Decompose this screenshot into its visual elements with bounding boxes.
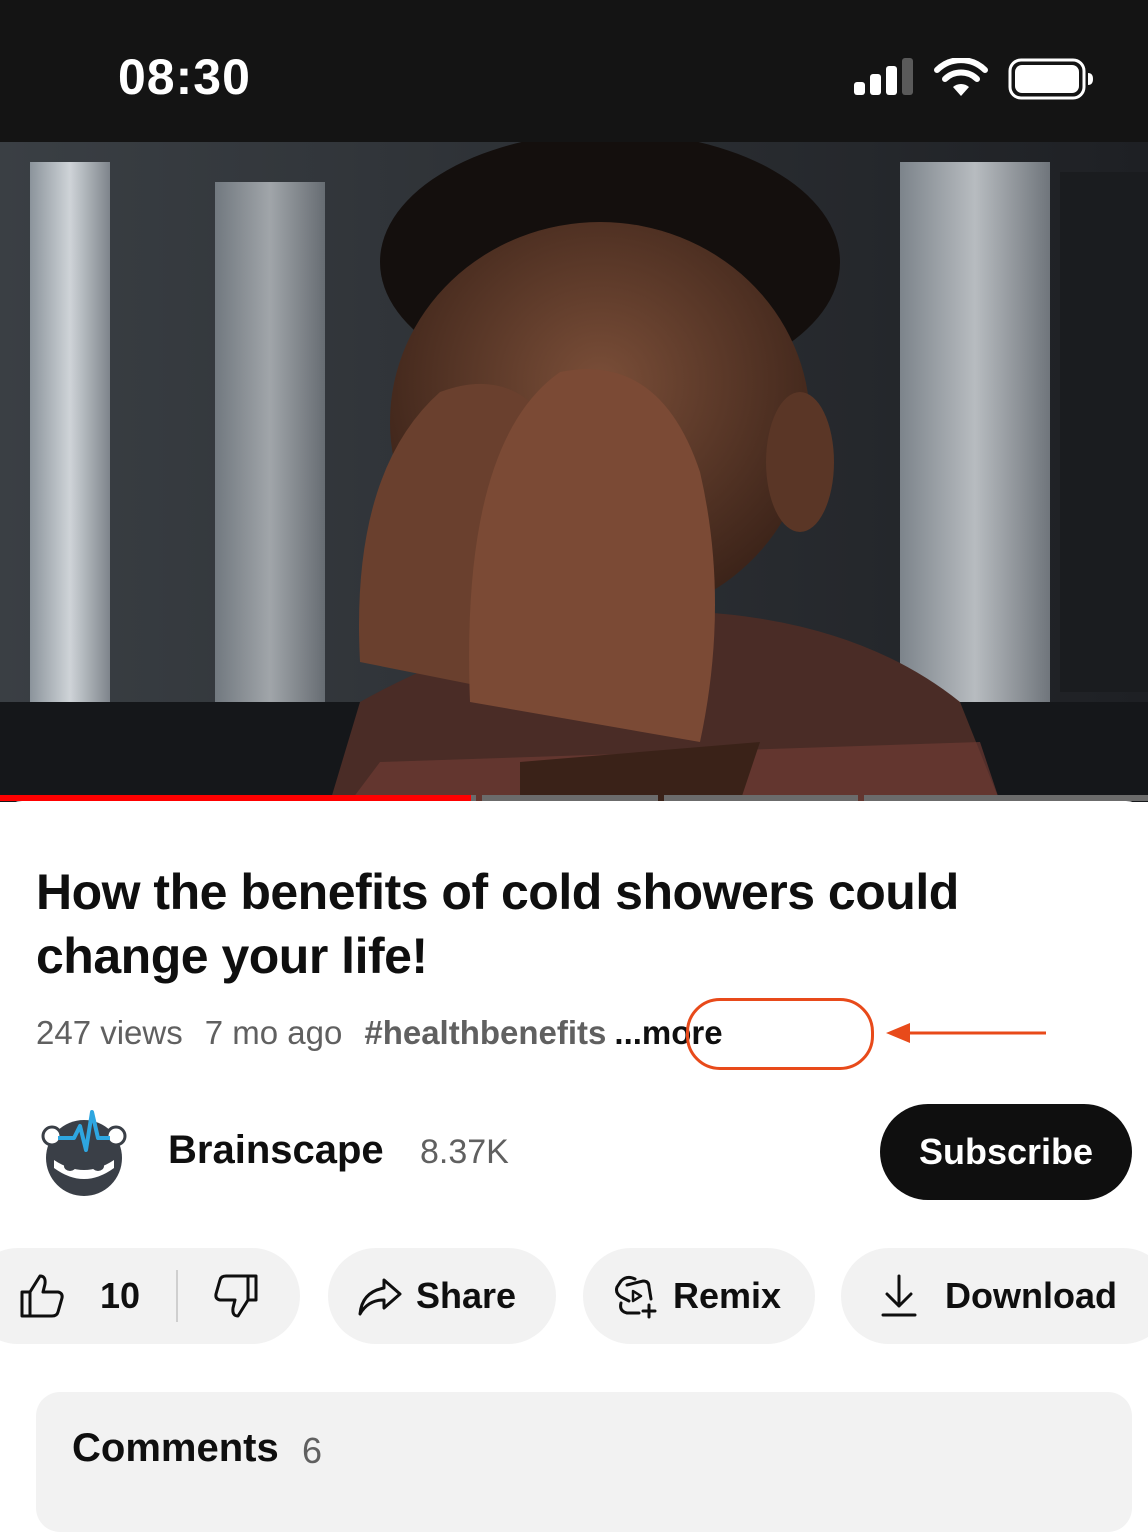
wifi-icon xyxy=(934,58,988,96)
download-button[interactable]: Download xyxy=(841,1248,1148,1344)
view-count: 247 views xyxy=(36,1014,183,1051)
annotation-arrow-icon xyxy=(886,1023,1046,1043)
download-label: Download xyxy=(945,1275,1117,1316)
remix-button[interactable]: Remix xyxy=(583,1248,815,1344)
video-player[interactable] xyxy=(0,142,1148,802)
subscribe-button[interactable]: Subscribe xyxy=(880,1104,1132,1200)
download-icon xyxy=(881,1274,917,1317)
share-icon xyxy=(358,1278,402,1316)
remix-label: Remix xyxy=(673,1275,782,1316)
video-title: How the benefits of cold showers could c… xyxy=(36,864,959,984)
channel-avatar[interactable] xyxy=(40,1106,128,1198)
remix-icon xyxy=(615,1275,657,1319)
upload-age: 7 mo ago xyxy=(204,1014,343,1051)
thumbs-up-icon[interactable] xyxy=(18,1272,66,1320)
battery-icon xyxy=(1008,58,1093,100)
hashtag-link[interactable]: #healthbenefits xyxy=(364,1014,606,1052)
video-thumbnail xyxy=(0,142,1148,802)
more-highlight-circle xyxy=(686,998,874,1070)
cellular-signal-icon xyxy=(854,58,913,95)
like-count[interactable]: 10 xyxy=(100,1275,140,1317)
status-time: 08:30 xyxy=(118,49,251,105)
comments-count: 6 xyxy=(302,1430,323,1471)
video-meta: 247 views 7 mo ago #healthbenefits ...mo… xyxy=(36,1010,723,1056)
comments-label: Comments xyxy=(72,1426,279,1470)
like-divider xyxy=(176,1270,178,1322)
like-dislike-pill: 10 xyxy=(0,1248,300,1344)
channel-name[interactable]: Brainscape xyxy=(168,1128,384,1173)
share-label: Share xyxy=(416,1275,517,1316)
share-button[interactable]: Share xyxy=(328,1248,556,1344)
subscriber-count: 8.37K xyxy=(420,1133,509,1171)
status-bar: 08:30 xyxy=(0,0,1148,142)
thumbs-down-icon[interactable] xyxy=(212,1272,260,1320)
